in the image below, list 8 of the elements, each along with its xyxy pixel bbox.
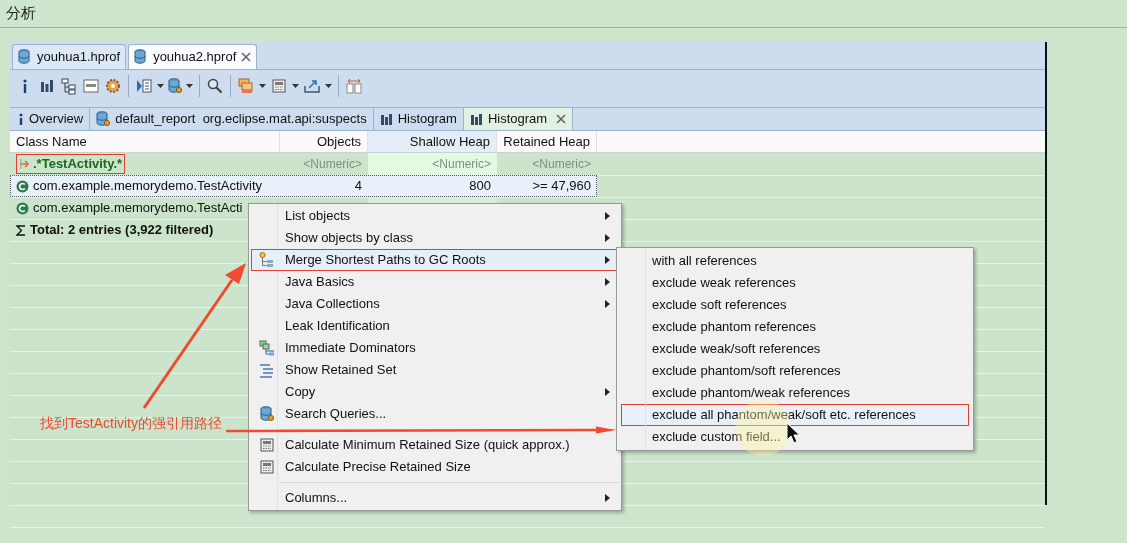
class-name: com.example.memorydemo.TestActi <box>33 199 243 218</box>
annotation-text: 找到TestActivity的强引用路径 <box>40 414 222 433</box>
page-title: 分析 <box>6 3 36 24</box>
table-cell-text: >= 47,960 <box>532 177 591 196</box>
table-cell-text: 800 <box>469 177 491 196</box>
class-name: com.example.memorydemo.TestActivity <box>33 177 262 196</box>
table-cell-text: 4 <box>354 177 362 196</box>
total-label: Total: 2 entries (3,922 filtered) <box>30 221 214 240</box>
